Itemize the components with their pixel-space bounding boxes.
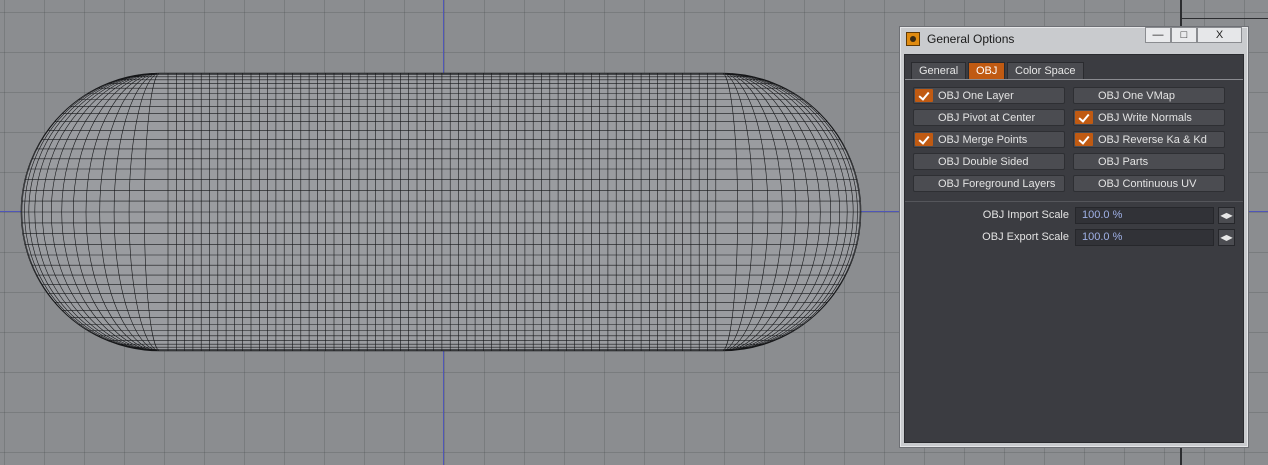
obj-one-layer-toggle[interactable]: OBJ One Layer: [913, 87, 1065, 104]
minimize-button[interactable]: —: [1145, 27, 1171, 43]
obj-parts-toggle[interactable]: OBJ Parts: [1073, 153, 1225, 170]
title-bar[interactable]: General Options — □ X: [900, 27, 1248, 51]
section-divider: [905, 201, 1243, 202]
tab-divider: [905, 79, 1243, 80]
option-label: OBJ Write Normals: [1098, 112, 1192, 124]
tab-general[interactable]: General: [911, 62, 967, 79]
obj-double-sided-toggle[interactable]: OBJ Double Sided: [913, 153, 1065, 170]
maximize-button[interactable]: □: [1171, 27, 1197, 43]
checkmark-icon: [915, 89, 933, 102]
checkmark-icon: [1075, 111, 1093, 124]
close-button[interactable]: X: [1197, 27, 1242, 43]
obj-foreground-layers-toggle[interactable]: OBJ Foreground Layers: [913, 175, 1065, 192]
obj-pivot-at-center-toggle[interactable]: OBJ Pivot at Center: [913, 109, 1065, 126]
option-label: OBJ Pivot at Center: [938, 112, 1036, 124]
checkmark-icon: [915, 133, 933, 146]
options-panel: General OBJ Color Space OBJ One Layer OB…: [904, 54, 1244, 443]
tab-obj[interactable]: OBJ: [968, 62, 1006, 79]
export-scale-input[interactable]: 100.0 %: [1075, 229, 1214, 246]
option-label: OBJ Parts: [1098, 156, 1149, 168]
option-label: OBJ Foreground Layers: [938, 178, 1056, 190]
option-label: OBJ Reverse Ka & Kd: [1098, 134, 1207, 146]
import-scale-label: OBJ Import Scale: [982, 209, 1069, 221]
app-icon: [906, 32, 920, 46]
obj-merge-points-toggle[interactable]: OBJ Merge Points: [913, 131, 1065, 148]
obj-continuous-uv-toggle[interactable]: OBJ Continuous UV: [1073, 175, 1225, 192]
export-scale-label: OBJ Export Scale: [982, 231, 1069, 243]
obj-write-normals-toggle[interactable]: OBJ Write Normals: [1073, 109, 1225, 126]
option-label: OBJ Double Sided: [938, 156, 1029, 168]
obj-one-vmap-toggle[interactable]: OBJ One VMap: [1073, 87, 1225, 104]
obj-reverse-ka-kd-toggle[interactable]: OBJ Reverse Ka & Kd: [1073, 131, 1225, 148]
window-title: General Options: [927, 32, 1015, 46]
option-label: OBJ One VMap: [1098, 90, 1176, 102]
option-label: OBJ Continuous UV: [1098, 178, 1197, 190]
option-label: OBJ Merge Points: [938, 134, 1028, 146]
export-scale-stepper[interactable]: ◀▶: [1218, 229, 1235, 246]
general-options-window: General Options — □ X General OBJ Color …: [899, 26, 1249, 448]
import-scale-input[interactable]: 100.0 %: [1075, 207, 1214, 224]
import-scale-stepper[interactable]: ◀▶: [1218, 207, 1235, 224]
tab-color-space[interactable]: Color Space: [1007, 62, 1084, 79]
option-label: OBJ One Layer: [938, 90, 1014, 102]
checkmark-icon: [1075, 133, 1093, 146]
